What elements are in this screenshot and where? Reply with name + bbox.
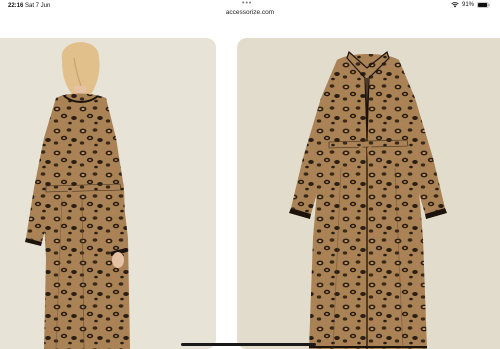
battery-icon [477,2,490,8]
status-indicators: 91% [451,2,490,8]
robe-back-illustration [0,38,216,349]
home-indicator[interactable] [181,343,316,346]
product-image-front[interactable] [237,38,500,349]
wifi-icon [451,2,459,8]
battery-percent: 91% [461,2,474,8]
more-dots-icon[interactable]: ••• [242,0,252,7]
robe-front-illustration [237,38,500,349]
status-bar: 22:16 Sat 7 Jun ••• accessorize.com 91% [0,0,500,20]
address-url[interactable]: accessorize.com [0,9,500,16]
product-image-back[interactable] [0,38,216,349]
